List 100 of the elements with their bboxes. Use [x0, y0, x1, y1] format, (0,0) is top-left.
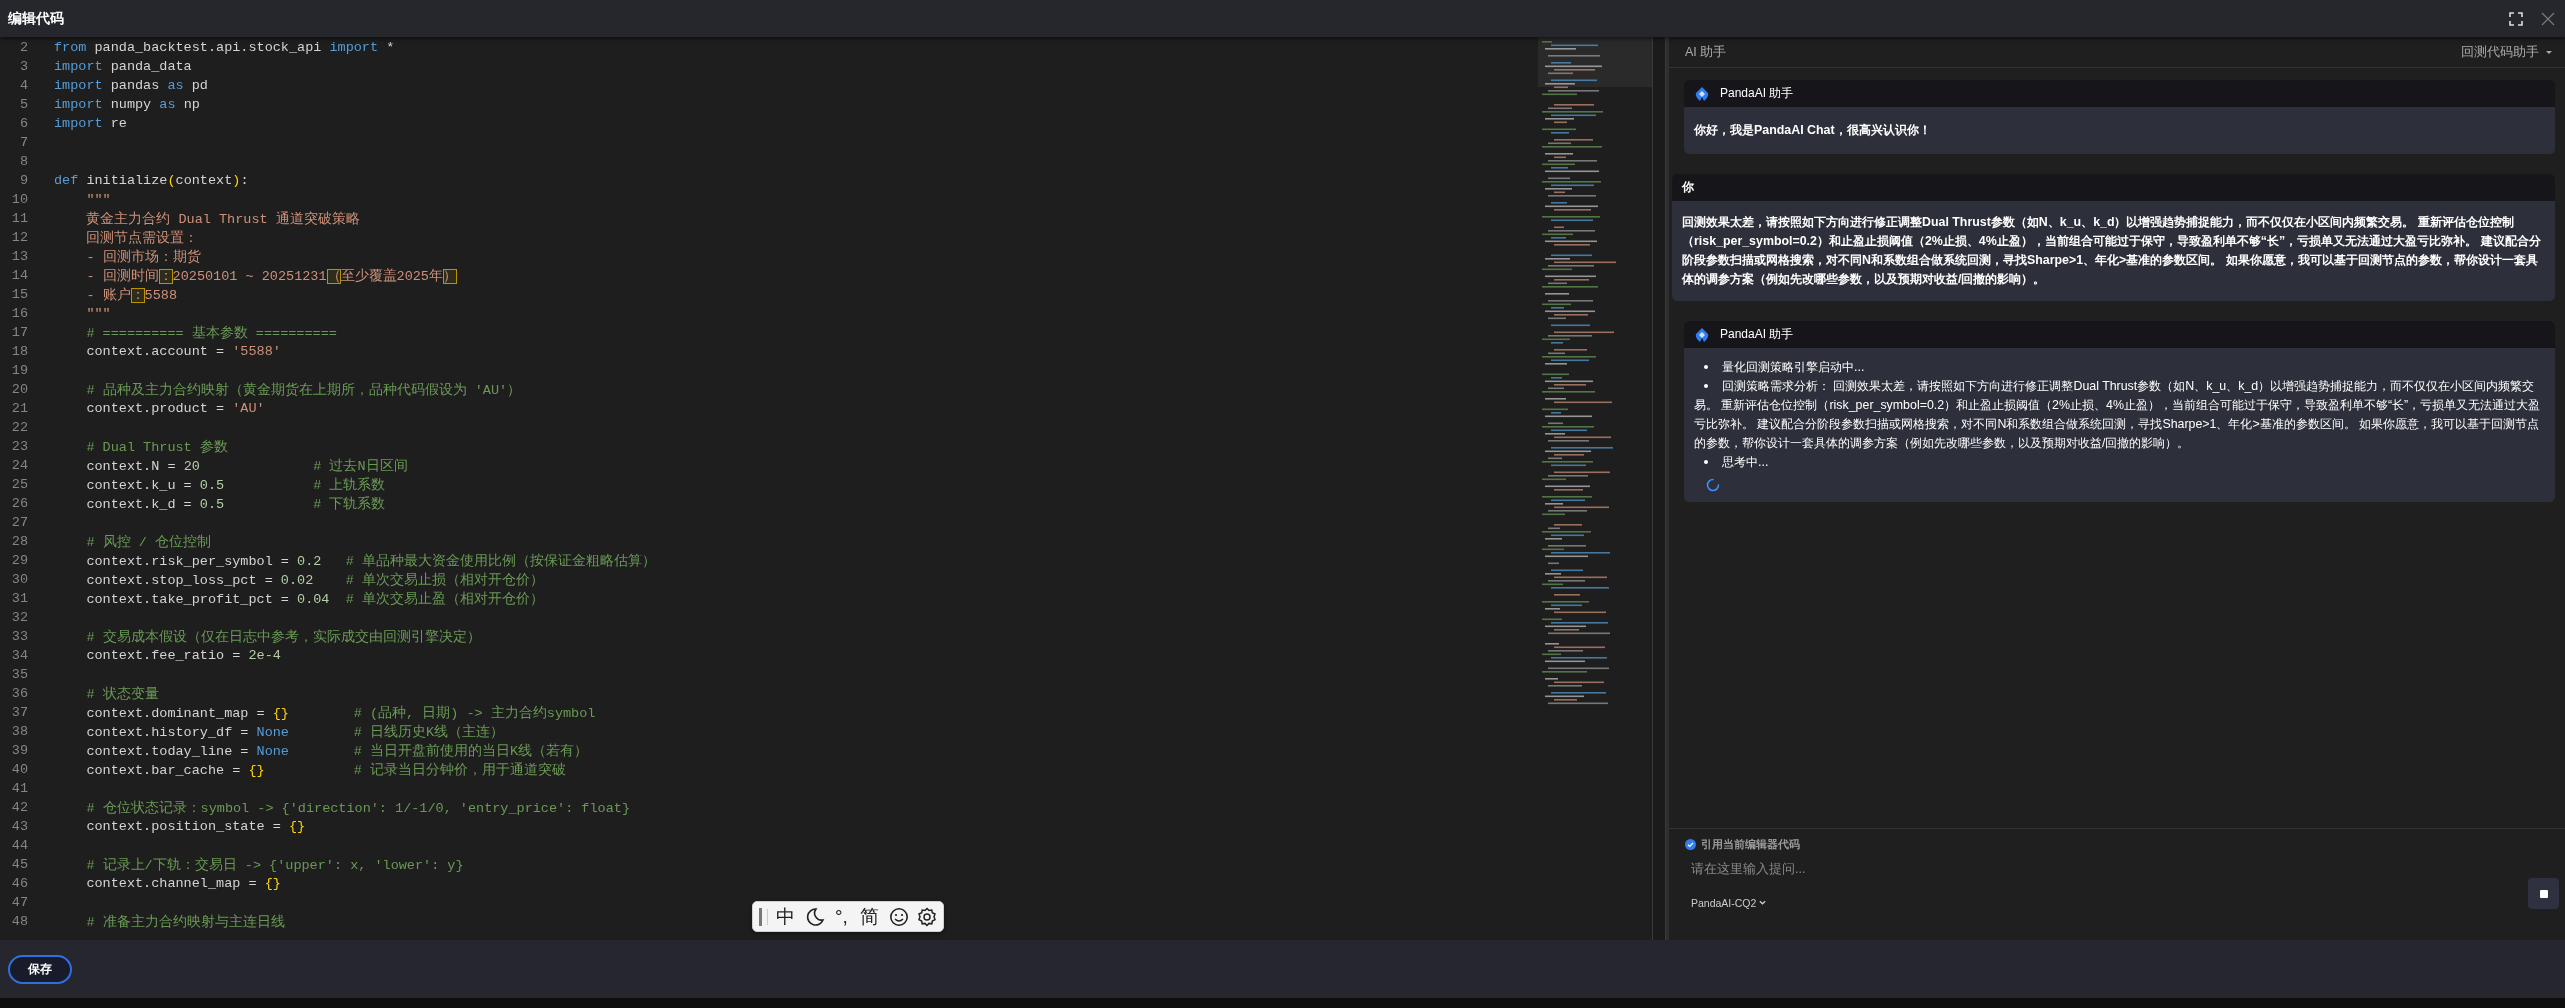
code-line: # 风控 / 仓位控制: [85, 533, 211, 551]
save-button[interactable]: 保存: [8, 954, 72, 984]
smiley-icon[interactable]: [888, 906, 909, 927]
line-number: 25: [10, 477, 28, 492]
line-number: 3: [18, 59, 28, 74]
code-line: 黄金主力合约 Dual Thrust 通道突破策略: [85, 210, 360, 228]
code-line: def initialize(context):: [54, 173, 249, 188]
line-number: 43: [10, 819, 28, 834]
line-number: 29: [10, 553, 28, 568]
code-line: context.risk_per_symbol = 0.2 # 单品种最大资金使用比例（按保证金粗略估算）: [85, 552, 656, 570]
code-line: context.today_line = None # 当日开盘前使用的当日K线（若有）: [85, 742, 589, 760]
reference-label: 引用当前编辑器代码: [1701, 837, 1800, 852]
moon-icon[interactable]: [805, 906, 825, 927]
line-number: 2: [18, 40, 28, 55]
caret-icon: [1759, 899, 1767, 906]
line-number: 39: [10, 743, 28, 758]
line-number: 23: [10, 439, 28, 454]
code-line: - 回测市场：期货: [85, 248, 201, 266]
code-line: # 准备主力合约映射与主连日线: [85, 913, 285, 931]
step-item: 量化回测策略引擎启动中...: [1694, 358, 2545, 377]
window-title: 编辑代码: [8, 9, 64, 28]
ime-option[interactable]: 简: [857, 907, 881, 926]
close-icon[interactable]: [2541, 11, 2555, 26]
line-number: 14: [10, 268, 28, 283]
line-number: 7: [18, 135, 28, 150]
code-line: context.k_u = 0.5 # 上轨系数: [85, 476, 386, 494]
line-number: 15: [10, 287, 28, 302]
line-number: 22: [10, 420, 28, 435]
step-item: 回测策略需求分析： 回测效果太差，请按照如下方向进行修正调整Dual Thrust参数（如N、k_u、k_d）以增强趋势捕捉能力，而不仅仅在小区间内频繁交易。 重新评估仓位控制（risk_per_symbol=0.2）和止盈止损阈值（2%止损、4%止盈），当前组合可能过于保守，导致盈利单不够“长”，亏损单又无法通过大盈亏比弥补。 建议配合分阶段参数扫描或网格搜索，对不同N和系数组合做系统回测，寻找Sharpe>1、年化>基准的参数区间。 如果你愿意，我可以基于回测节点的参数，帮你设计一套具体的调参方案（例如先改哪些参数，以及预期对收益/回撤的影响）。: [1694, 378, 2542, 452]
line-number: 45: [10, 857, 28, 872]
code-line: # ========== 基本参数 ==========: [85, 324, 337, 342]
line-number: 33: [10, 629, 28, 644]
code-line: # Dual Thrust 参数: [85, 438, 228, 456]
line-number: 34: [10, 648, 28, 663]
caret-icon: [2545, 48, 2553, 56]
maximize-icon[interactable]: [2509, 11, 2523, 26]
message-author: PandaAI 助手: [1720, 85, 1794, 102]
line-number: 12: [10, 230, 28, 245]
settings-icon[interactable]: [916, 906, 937, 927]
mode-dropdown[interactable]: 回测代码助手: [2461, 43, 2553, 61]
code-line: context.position_state = {}: [85, 819, 306, 834]
line-number: 46: [10, 876, 28, 891]
code-line: import re: [54, 116, 127, 131]
message-author: 你: [1682, 179, 1694, 196]
line-number: 19: [10, 363, 28, 378]
line-number: 41: [10, 781, 28, 796]
line-number: 16: [10, 306, 28, 321]
code-line: context.dominant_map = {} # (品种, 日期) -> 主力合约symbol: [85, 704, 596, 722]
ime-option[interactable]: °,: [833, 907, 850, 926]
code-line: - 账户：5588: [85, 286, 177, 304]
line-number: 31: [10, 591, 28, 606]
line-number: 18: [10, 344, 28, 359]
code-line: context.history_df = None # 日线历史K线（主连）: [85, 723, 505, 741]
line-number: 28: [10, 534, 28, 549]
scrollbar[interactable]: [1652, 37, 1666, 940]
code-line: context.stop_loss_pct = 0.02 # 单次交易止损（相对开仓价）: [85, 571, 544, 589]
code-line: context.account = '5588': [85, 344, 281, 359]
code-line: context.fee_ratio = 2e-4: [85, 648, 281, 663]
line-number: 40: [10, 762, 28, 777]
cursor-icon: [759, 907, 762, 926]
message-text: 你好，我是PandaAI Chat，很高兴认识你！: [1692, 122, 1932, 139]
line-number: 26: [10, 496, 28, 511]
line-number: 10: [10, 192, 28, 207]
code-line: # 仓位状态记录：symbol -> {'direction': 1/-1/0, 'entry_price': float}: [85, 799, 630, 817]
code-line: 回测节点需设置：: [85, 229, 199, 247]
code-line: # 品种及主力合约映射（黄金期货在上期所，品种代码假设为 'AU'）: [85, 381, 522, 399]
line-number: 48: [10, 914, 28, 929]
line-number: 11: [10, 211, 28, 226]
line-number: 8: [18, 154, 28, 169]
line-number: 37: [10, 705, 28, 720]
line-number: 32: [10, 610, 28, 625]
line-number: 42: [10, 800, 28, 815]
code-line: context.take_profit_pct = 0.04 # 单次交易止盈（相对开仓价）: [85, 590, 544, 608]
code-line: import pandas as pd: [54, 78, 208, 93]
model-dropdown[interactable]: PandaAI-CQ2: [1685, 896, 1767, 909]
panel-title: AI 助手: [1685, 43, 1727, 61]
logo-icon: [1694, 326, 1710, 343]
line-number: 13: [10, 249, 28, 264]
code-line: import panda_data: [54, 59, 192, 74]
code-line: """: [85, 192, 111, 207]
step-item: 思考中...: [1694, 453, 2545, 472]
code-line: # 记录上/下轨：交易日 -> {'upper': x, 'lower': y}: [85, 856, 464, 874]
line-number: 20: [10, 382, 28, 397]
code-line: """: [85, 306, 111, 321]
line-number: 5: [18, 97, 28, 112]
line-number: 35: [10, 667, 28, 682]
line-number: 9: [18, 173, 28, 188]
line-number: 38: [10, 724, 28, 739]
code-line: # 状态变量: [85, 685, 159, 703]
code-line: context.product = 'AU': [85, 401, 265, 416]
checkbox-icon[interactable]: [1685, 839, 1696, 850]
line-number: 21: [10, 401, 28, 416]
line-number: 24: [10, 458, 28, 473]
question-input[interactable]: 请在这里输入提问...: [1691, 860, 2391, 878]
code-line: # 交易成本假设（仅在日志中参考，实际成交由回测引擎决定）: [85, 628, 481, 646]
ime-option[interactable]: 中: [774, 907, 797, 926]
stop-button[interactable]: [2528, 878, 2559, 909]
code-line: context.k_d = 0.5 # 下轨系数: [85, 495, 386, 513]
logo-icon: [1694, 85, 1710, 102]
line-number: 36: [10, 686, 28, 701]
